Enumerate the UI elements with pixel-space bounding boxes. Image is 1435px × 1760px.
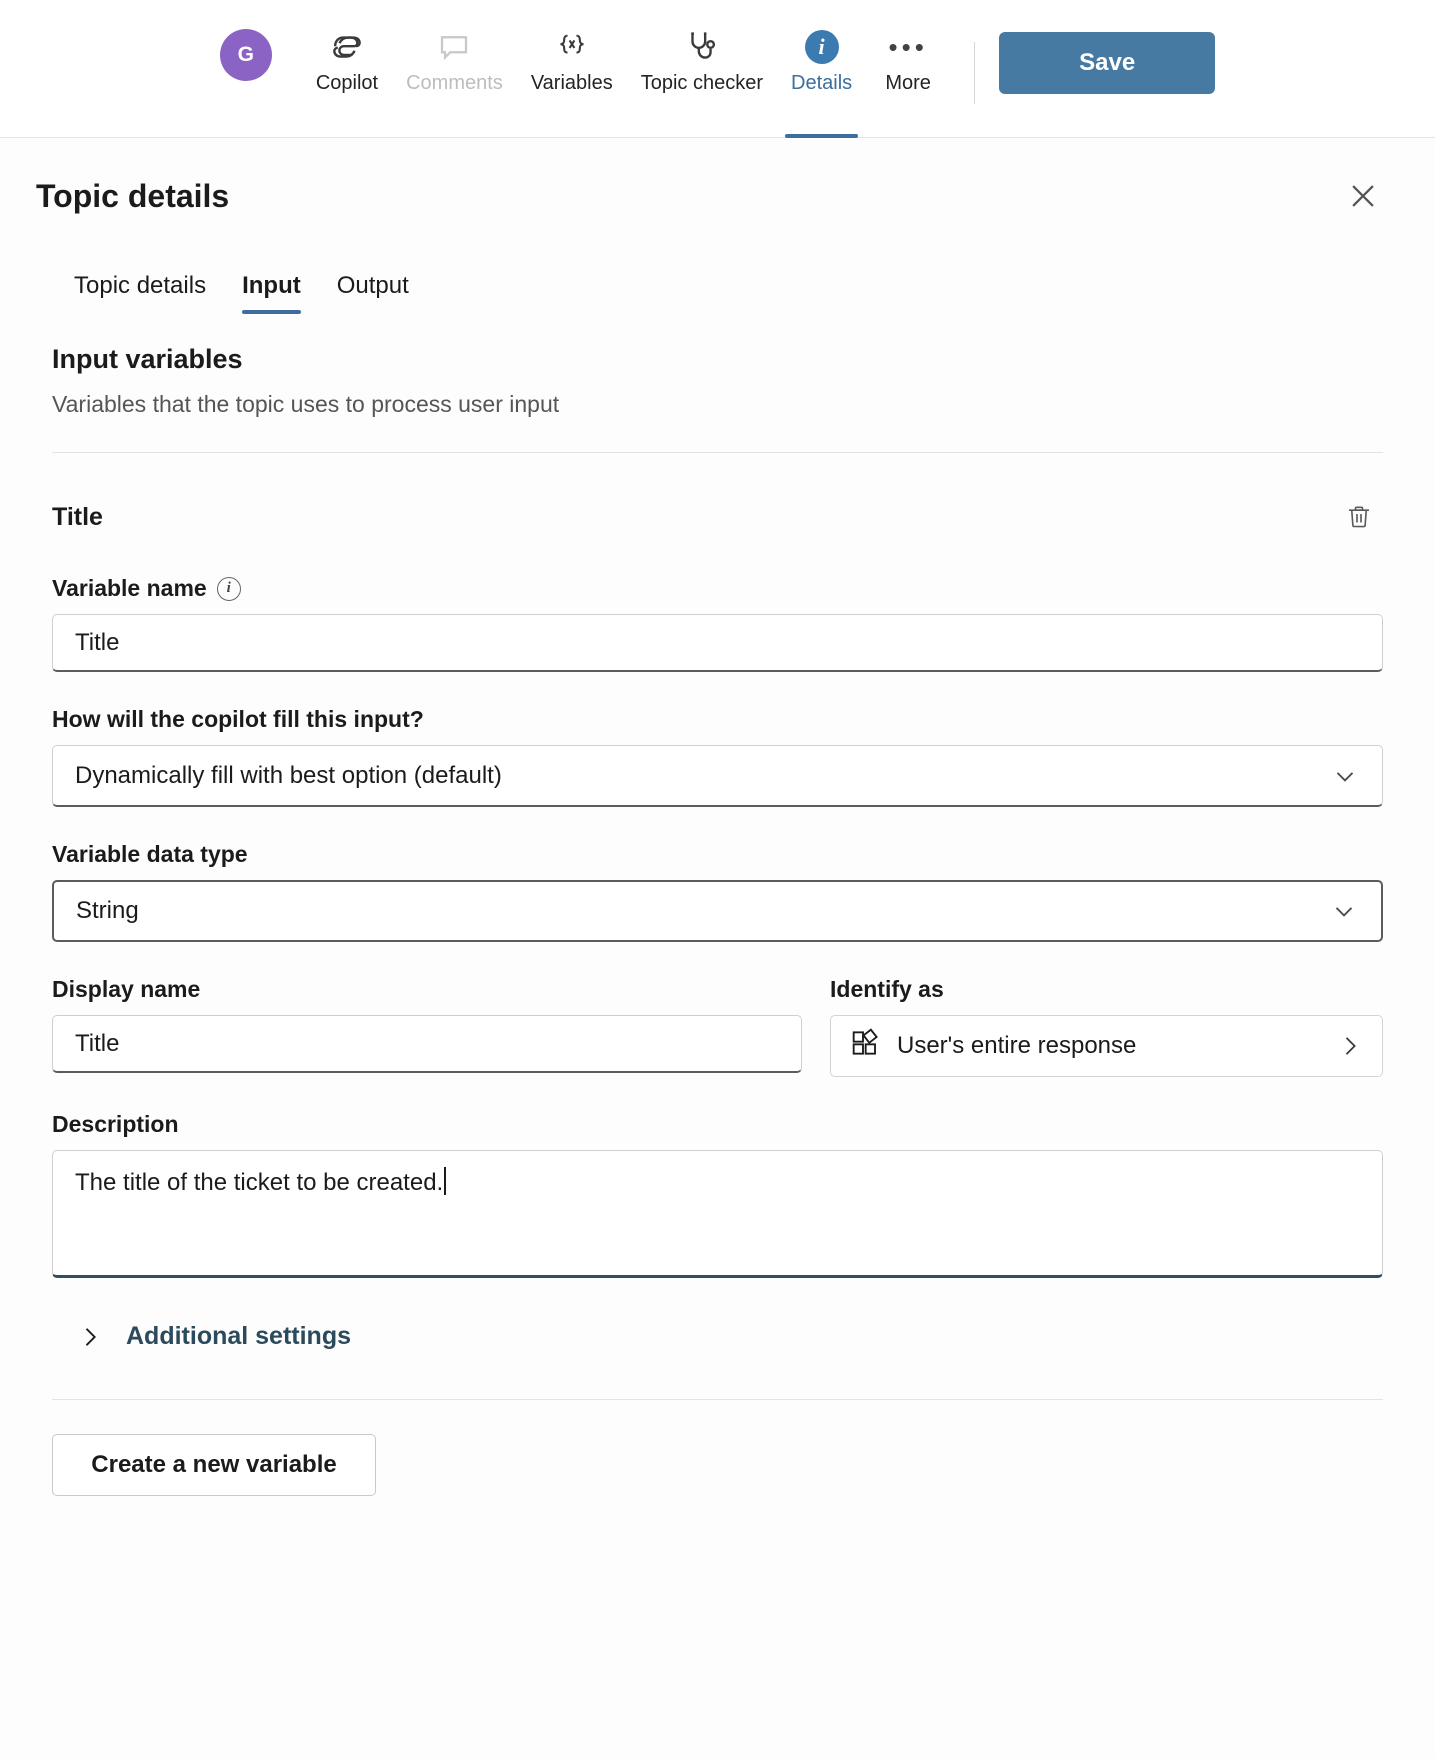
command-details-label: Details [791,72,853,94]
top-command-bar: G Copilot Comments Variables Topic check… [0,0,1435,138]
variable-name-input[interactable]: Title [52,614,1383,672]
description-value: The title of the ticket to be created. [75,1169,444,1196]
display-name-input[interactable]: Title [52,1015,802,1073]
display-name-label: Display name [52,976,201,1002]
identify-as-value: User's entire response [897,1032,1137,1059]
data-type-value: String [76,897,139,924]
ellipsis-icon: ••• [888,32,928,62]
copilot-icon [328,26,366,68]
additional-settings-label: Additional settings [126,1322,351,1350]
command-more-label: More [885,72,931,94]
section-subtitle: Variables that the topic uses to process… [52,391,560,417]
fill-mode-label: How will the copilot fill this input? [52,706,424,732]
variable-heading: Title [52,502,103,531]
tab-output[interactable]: Output [319,272,427,314]
data-type-field: Variable data type String [52,841,1383,942]
command-more[interactable]: ••• More [866,16,950,138]
identify-as-picker[interactable]: User's entire response [830,1015,1383,1077]
fill-mode-field: How will the copilot fill this input? Dy… [52,706,1383,807]
description-textarea[interactable]: The title of the ticket to be created. [52,1150,1383,1278]
chevron-right-icon [76,1323,104,1351]
identify-as-label: Identify as [830,976,944,1002]
variable-header: Title [52,493,1383,541]
tab-input[interactable]: Input [224,272,319,314]
variable-name-field: Variable name i Title [52,575,1383,672]
section-title: Input variables [52,344,243,374]
chevron-down-icon [1330,761,1360,791]
comment-icon [436,26,472,68]
trash-icon[interactable] [1335,493,1383,541]
chevron-down-icon [1329,896,1359,926]
additional-settings-toggle[interactable]: Additional settings [76,1322,1383,1351]
variable-name-label-row: Variable name i [52,575,1383,602]
data-type-label: Variable data type [52,841,248,867]
display-identify-row: Display name Title Identify as User's en… [52,942,1383,1077]
info-circle-icon: i [804,26,839,68]
text-cursor [444,1167,447,1195]
variables-braces-icon [554,26,590,68]
command-variables-label: Variables [530,72,613,94]
save-button[interactable]: Save [999,32,1216,94]
create-new-variable-button[interactable]: Create a new variable [52,1434,376,1496]
command-copilot[interactable]: Copilot [302,16,392,138]
command-bar-items: G Copilot Comments Variables Topic check… [219,0,1216,138]
data-type-dropdown[interactable]: String [52,880,1383,942]
avatar[interactable]: G [219,29,272,81]
entity-grid-icon [849,1027,881,1066]
panel-header: Topic details [36,138,1399,224]
command-variables[interactable]: Variables [517,16,627,138]
description-field: Description The title of the ticket to b… [52,1111,1383,1278]
description-label: Description [52,1111,179,1137]
info-icon[interactable]: i [216,576,241,601]
close-icon[interactable] [1335,168,1391,224]
display-name-field: Display name Title [52,942,802,1077]
avatar-initial: G [237,43,255,66]
command-topic-checker-label: Topic checker [640,72,763,94]
variable-name-label: Variable name [52,575,207,601]
fill-mode-value: Dynamically fill with best option (defau… [75,761,502,789]
tab-topic-details[interactable]: Topic details [56,272,224,314]
divider [52,452,1383,453]
command-comments-label: Comments [406,72,503,94]
fill-mode-dropdown[interactable]: Dynamically fill with best option (defau… [52,745,1383,807]
topic-details-panel: Topic details Topic details Input Output… [0,138,1435,1759]
panel-tabs: Topic details Input Output [56,252,1399,314]
command-details[interactable]: i Details [777,16,866,138]
command-comments[interactable]: Comments [392,16,517,138]
page-title: Topic details [36,177,230,214]
stethoscope-icon [683,26,721,68]
identify-as-field: Identify as User's entire response [830,942,1383,1077]
toolbar-divider [974,42,976,104]
command-copilot-label: Copilot [315,72,379,94]
chevron-right-icon [1336,1032,1364,1060]
divider-bottom [52,1399,1383,1400]
command-topic-checker[interactable]: Topic checker [627,16,777,138]
